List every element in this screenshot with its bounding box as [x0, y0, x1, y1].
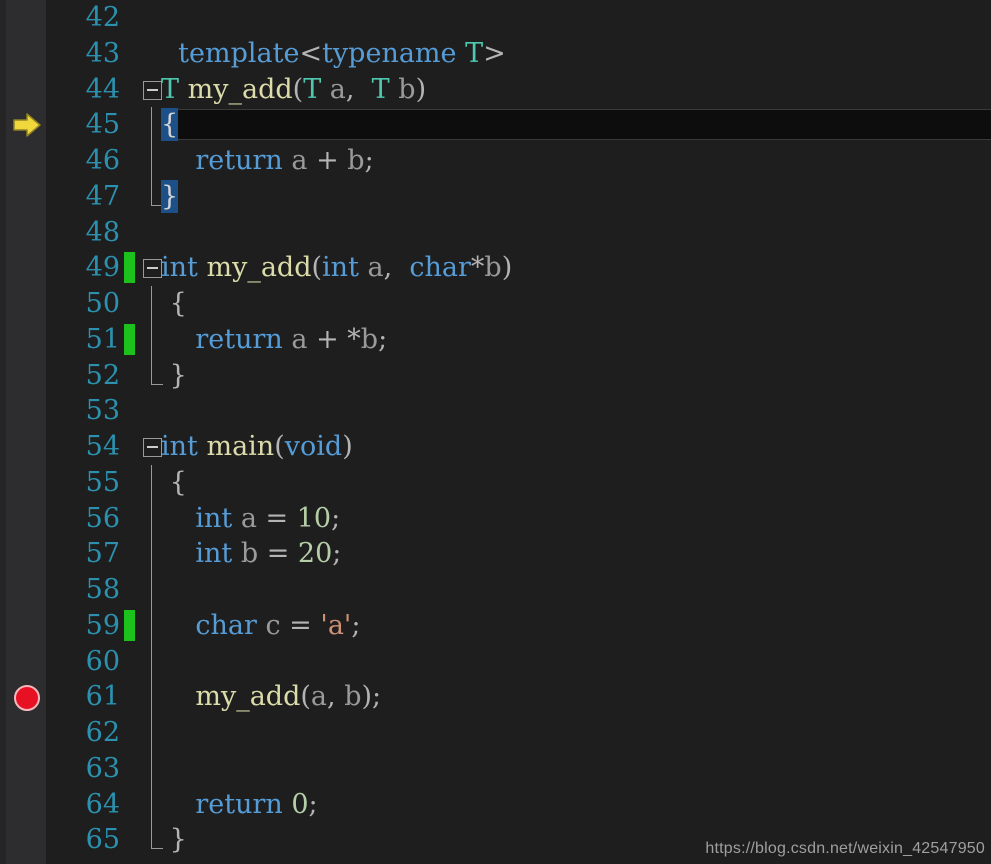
collapse-region-guide — [151, 786, 152, 823]
collapse-region-guide — [151, 607, 152, 644]
code-line-64[interactable]: 64 return 0; — [0, 786, 991, 823]
code-text[interactable]: template<typename T> — [161, 36, 506, 72]
code-text[interactable]: } — [161, 179, 179, 215]
code-line-45[interactable]: 45 { — [0, 107, 991, 143]
code-text[interactable]: return 0; — [161, 787, 317, 823]
code-text[interactable]: { — [161, 286, 187, 322]
collapse-region-guide — [151, 286, 152, 322]
code-line-56[interactable]: 56 int a = 10; — [0, 500, 991, 537]
code-line-51[interactable]: 51 return a + *b; — [0, 321, 991, 358]
line-number: 53 — [85, 395, 120, 427]
line-number: 64 — [85, 788, 120, 820]
code-text[interactable]: char c = 'a'; — [161, 608, 360, 644]
line-number: 50 — [85, 288, 120, 319]
code-text[interactable]: } — [161, 358, 187, 394]
code-text[interactable]: my_add(a, b); — [161, 679, 381, 715]
code-line-60[interactable]: 60 — [0, 643, 991, 680]
line-number: 60 — [85, 645, 120, 677]
line-number: 52 — [85, 359, 120, 391]
code-line-52[interactable]: 52 } — [0, 357, 991, 394]
line-number: 43 — [85, 37, 120, 69]
collapse-region-guide — [151, 321, 152, 358]
code-line-54[interactable]: 54 int main(void) — [0, 429, 991, 465]
collapse-toggle-icon[interactable] — [143, 259, 162, 279]
breakpoint-icon[interactable] — [14, 685, 40, 712]
code-line-49[interactable]: 49 int my_add(int a, char*b) — [0, 250, 991, 286]
collapse-toggle-icon[interactable] — [143, 438, 162, 457]
code-line-59[interactable]: 59 char c = 'a'; — [0, 607, 991, 644]
code-line-46[interactable]: 46 return a + b; — [0, 143, 991, 179]
line-number: 59 — [85, 609, 120, 641]
line-number: 63 — [85, 752, 120, 784]
code-text[interactable]: return a + b; — [161, 143, 373, 179]
code-line-55[interactable]: 55 { — [0, 464, 991, 501]
line-number: 65 — [85, 824, 120, 856]
code-text[interactable]: { — [161, 465, 187, 501]
line-number: 57 — [85, 538, 120, 570]
collapse-region-guide — [151, 107, 152, 143]
collapse-region-guide — [151, 679, 152, 715]
code-line-44[interactable]: 44 T my_add(T a, T b) — [0, 72, 991, 108]
watermark-text: https://blog.csdn.net/weixin_42547950 — [705, 840, 985, 857]
code-line-53[interactable]: 53 — [0, 393, 991, 429]
collapse-region-guide — [151, 143, 152, 179]
code-text[interactable]: int a = 10; — [161, 501, 340, 537]
change-bar — [124, 323, 135, 355]
collapse-region-guide — [151, 536, 152, 572]
line-number: 49 — [85, 252, 120, 284]
code-line-61[interactable]: 61 my_add(a, b); — [0, 679, 991, 715]
code-line-42[interactable]: 42 — [0, 0, 991, 36]
line-number: 55 — [85, 466, 120, 498]
line-number: 61 — [85, 681, 120, 713]
code-text[interactable]: int my_add(int a, char*b) — [161, 250, 512, 286]
collapse-toggle-icon[interactable] — [143, 80, 162, 100]
collapse-region-guide — [151, 643, 152, 680]
code-editor[interactable]: 42 43 template<typename T> 44 T my_add(T… — [0, 0, 991, 864]
line-number: 62 — [85, 717, 120, 748]
line-number: 47 — [85, 180, 120, 212]
code-line-63[interactable]: 63 — [0, 750, 991, 787]
code-text[interactable]: } — [161, 822, 187, 858]
line-number: 44 — [85, 73, 120, 105]
change-bar — [124, 252, 135, 284]
collapse-region-guide — [151, 178, 163, 206]
code-text[interactable]: return a + *b; — [161, 322, 387, 358]
code-text[interactable]: { — [161, 107, 179, 143]
code-text[interactable]: T my_add(T a, T b) — [161, 72, 426, 108]
code-text[interactable]: int b = 20; — [161, 536, 341, 572]
line-number: 42 — [85, 2, 120, 33]
line-number: 46 — [85, 145, 120, 176]
change-bar — [124, 609, 135, 641]
code-line-58[interactable]: 58 — [0, 572, 991, 608]
code-text[interactable]: int main(void) — [161, 429, 353, 465]
collapse-region-guide — [151, 464, 152, 501]
code-line-50[interactable]: 50 { — [0, 286, 991, 322]
line-number: 56 — [85, 502, 120, 534]
collapse-region-guide — [151, 572, 152, 608]
line-number: 45 — [85, 109, 120, 141]
collapse-region-guide — [151, 357, 163, 385]
code-line-57[interactable]: 57 int b = 20; — [0, 536, 991, 572]
execution-pointer-icon — [13, 113, 41, 137]
collapse-region-guide — [151, 750, 152, 787]
line-number: 58 — [85, 574, 120, 605]
current-line-highlight — [161, 109, 991, 141]
code-line-47[interactable]: 47 } — [0, 178, 991, 215]
code-line-43[interactable]: 43 template<typename T> — [0, 36, 991, 72]
line-number: 51 — [85, 323, 120, 355]
collapse-region-guide — [151, 500, 152, 537]
code-line-48[interactable]: 48 — [0, 215, 991, 251]
line-number: 48 — [85, 216, 120, 248]
code-line-62[interactable]: 62 — [0, 715, 991, 751]
collapse-region-guide — [151, 822, 163, 850]
collapse-region-guide — [151, 715, 152, 751]
line-number: 54 — [85, 431, 120, 462]
code-rows: 42 43 template<typename T> 44 T my_add(T… — [0, 0, 991, 864]
